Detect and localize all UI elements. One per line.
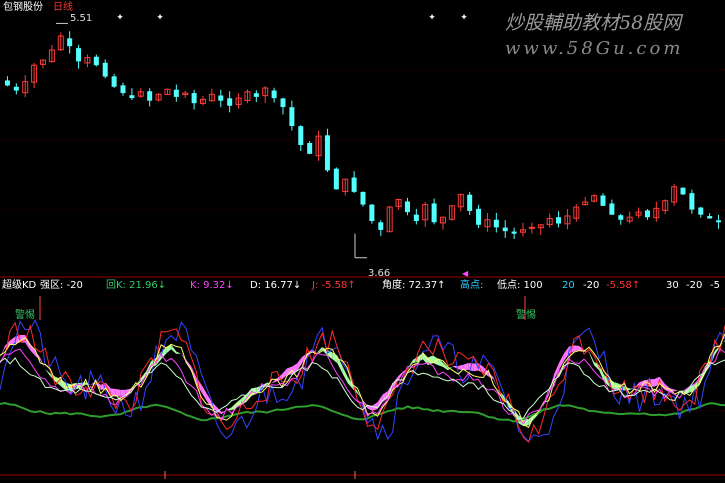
candle-body: [404, 201, 410, 213]
candle-body: [413, 214, 419, 221]
indicator-title: 超级KD: [2, 278, 37, 291]
candle-body: [556, 217, 562, 224]
candle-body: [13, 86, 19, 91]
legend-item: 强区: -20: [40, 279, 83, 291]
alert-label-left: 警惕: [15, 308, 35, 321]
legend-item: -5.58↑: [606, 280, 640, 291]
candle-body: [324, 135, 330, 171]
candle-body: [680, 187, 686, 195]
legend-item: D: 16.77↓: [250, 280, 301, 291]
indicator-legend: 强区: -20 回K: 21.96↓ K: 9.32↓ D: 16.77↓ J: -5.…: [40, 278, 720, 291]
candle-body: [698, 207, 704, 215]
candle-body: [644, 210, 650, 218]
watermark-url: www.58Gu.com: [505, 38, 683, 59]
candle-body: [289, 107, 295, 126]
event-marker: ✦: [156, 13, 164, 23]
candle-body: [120, 85, 126, 94]
candle-body: [298, 126, 304, 145]
alert-label-right: 警惕: [516, 308, 536, 321]
legend-item: J: -5.58↑: [311, 280, 356, 291]
legend-item: 高点:: [460, 278, 483, 291]
candle-body: [511, 231, 517, 234]
candle-body: [76, 48, 82, 62]
event-marker: ✦: [428, 13, 436, 23]
event-marker: ✦: [116, 13, 124, 23]
candle-body: [360, 191, 366, 205]
legend-item: 角度: 72.37↑: [382, 278, 446, 291]
candle-body: [369, 204, 375, 221]
candle-body: [467, 194, 473, 211]
candle-body: [307, 142, 313, 154]
candle-body: [280, 98, 286, 107]
legend-item: 回K: 21.96↓: [106, 279, 166, 291]
candle-body: [716, 220, 722, 223]
ribbon-segment: [543, 391, 549, 406]
legend-item: 低点: 100: [497, 278, 543, 291]
ribbon-segment: [589, 351, 595, 366]
candle-body: [689, 193, 695, 210]
candle-body: [351, 177, 357, 192]
candle-body: [102, 62, 108, 77]
legend-item: -5: [710, 280, 720, 291]
candle-body: [502, 227, 508, 232]
candle-body: [191, 93, 197, 104]
candle-body: [600, 195, 606, 206]
stock-name: 包钢股份: [3, 0, 43, 13]
legend-item: 30: [666, 280, 679, 291]
candle-body: [431, 203, 437, 223]
candle-body: [129, 95, 135, 99]
candle-body: [227, 98, 233, 106]
candle-body: [4, 80, 10, 86]
candle-body: [93, 56, 99, 66]
candle-body: [173, 89, 179, 97]
candle-body: [218, 95, 224, 101]
high-price-marker: 5.51: [70, 13, 92, 24]
legend-item: 20: [562, 280, 575, 291]
ribbon-segment: [45, 369, 51, 377]
event-marker: ✦: [460, 13, 468, 23]
candle-body: [493, 219, 499, 228]
candle-body: [707, 216, 713, 219]
period-label[interactable]: 日线: [53, 0, 73, 13]
k-line: [0, 321, 725, 443]
ribbon-segment: [206, 393, 212, 408]
ribbon-segment: [674, 389, 680, 392]
candle-body: [147, 91, 153, 101]
indicator-panel: [0, 296, 725, 479]
candle-body: [618, 215, 624, 220]
candle-body: [253, 93, 259, 97]
ribbon-segment: [478, 363, 484, 374]
candle-body: [271, 90, 277, 99]
ribbon-segment: [176, 351, 182, 354]
ribbon-segment: [342, 365, 348, 383]
legend-item: K: 9.32↓: [190, 280, 234, 291]
candle-body: [528, 226, 535, 229]
candle-body: [67, 38, 73, 47]
candle-body: [609, 203, 615, 215]
legend-item: -20: [583, 280, 599, 291]
legend-item: -20: [686, 280, 702, 291]
ribbon-segment: [463, 362, 469, 371]
candle-body: [378, 222, 384, 230]
ribbon-segment: [432, 355, 439, 366]
candle-body: [111, 76, 117, 87]
chart-canvas: ✦ ✦ ✦ ✦◀ 包钢股份 日线 炒股輔助教材58股网 www.58Gu.com 5.…: [0, 0, 725, 479]
watermark-title: 炒股輔助教材58股网: [505, 12, 684, 34]
candle-body: [333, 168, 339, 190]
candle-body: [476, 208, 482, 225]
j-line: [0, 319, 725, 443]
